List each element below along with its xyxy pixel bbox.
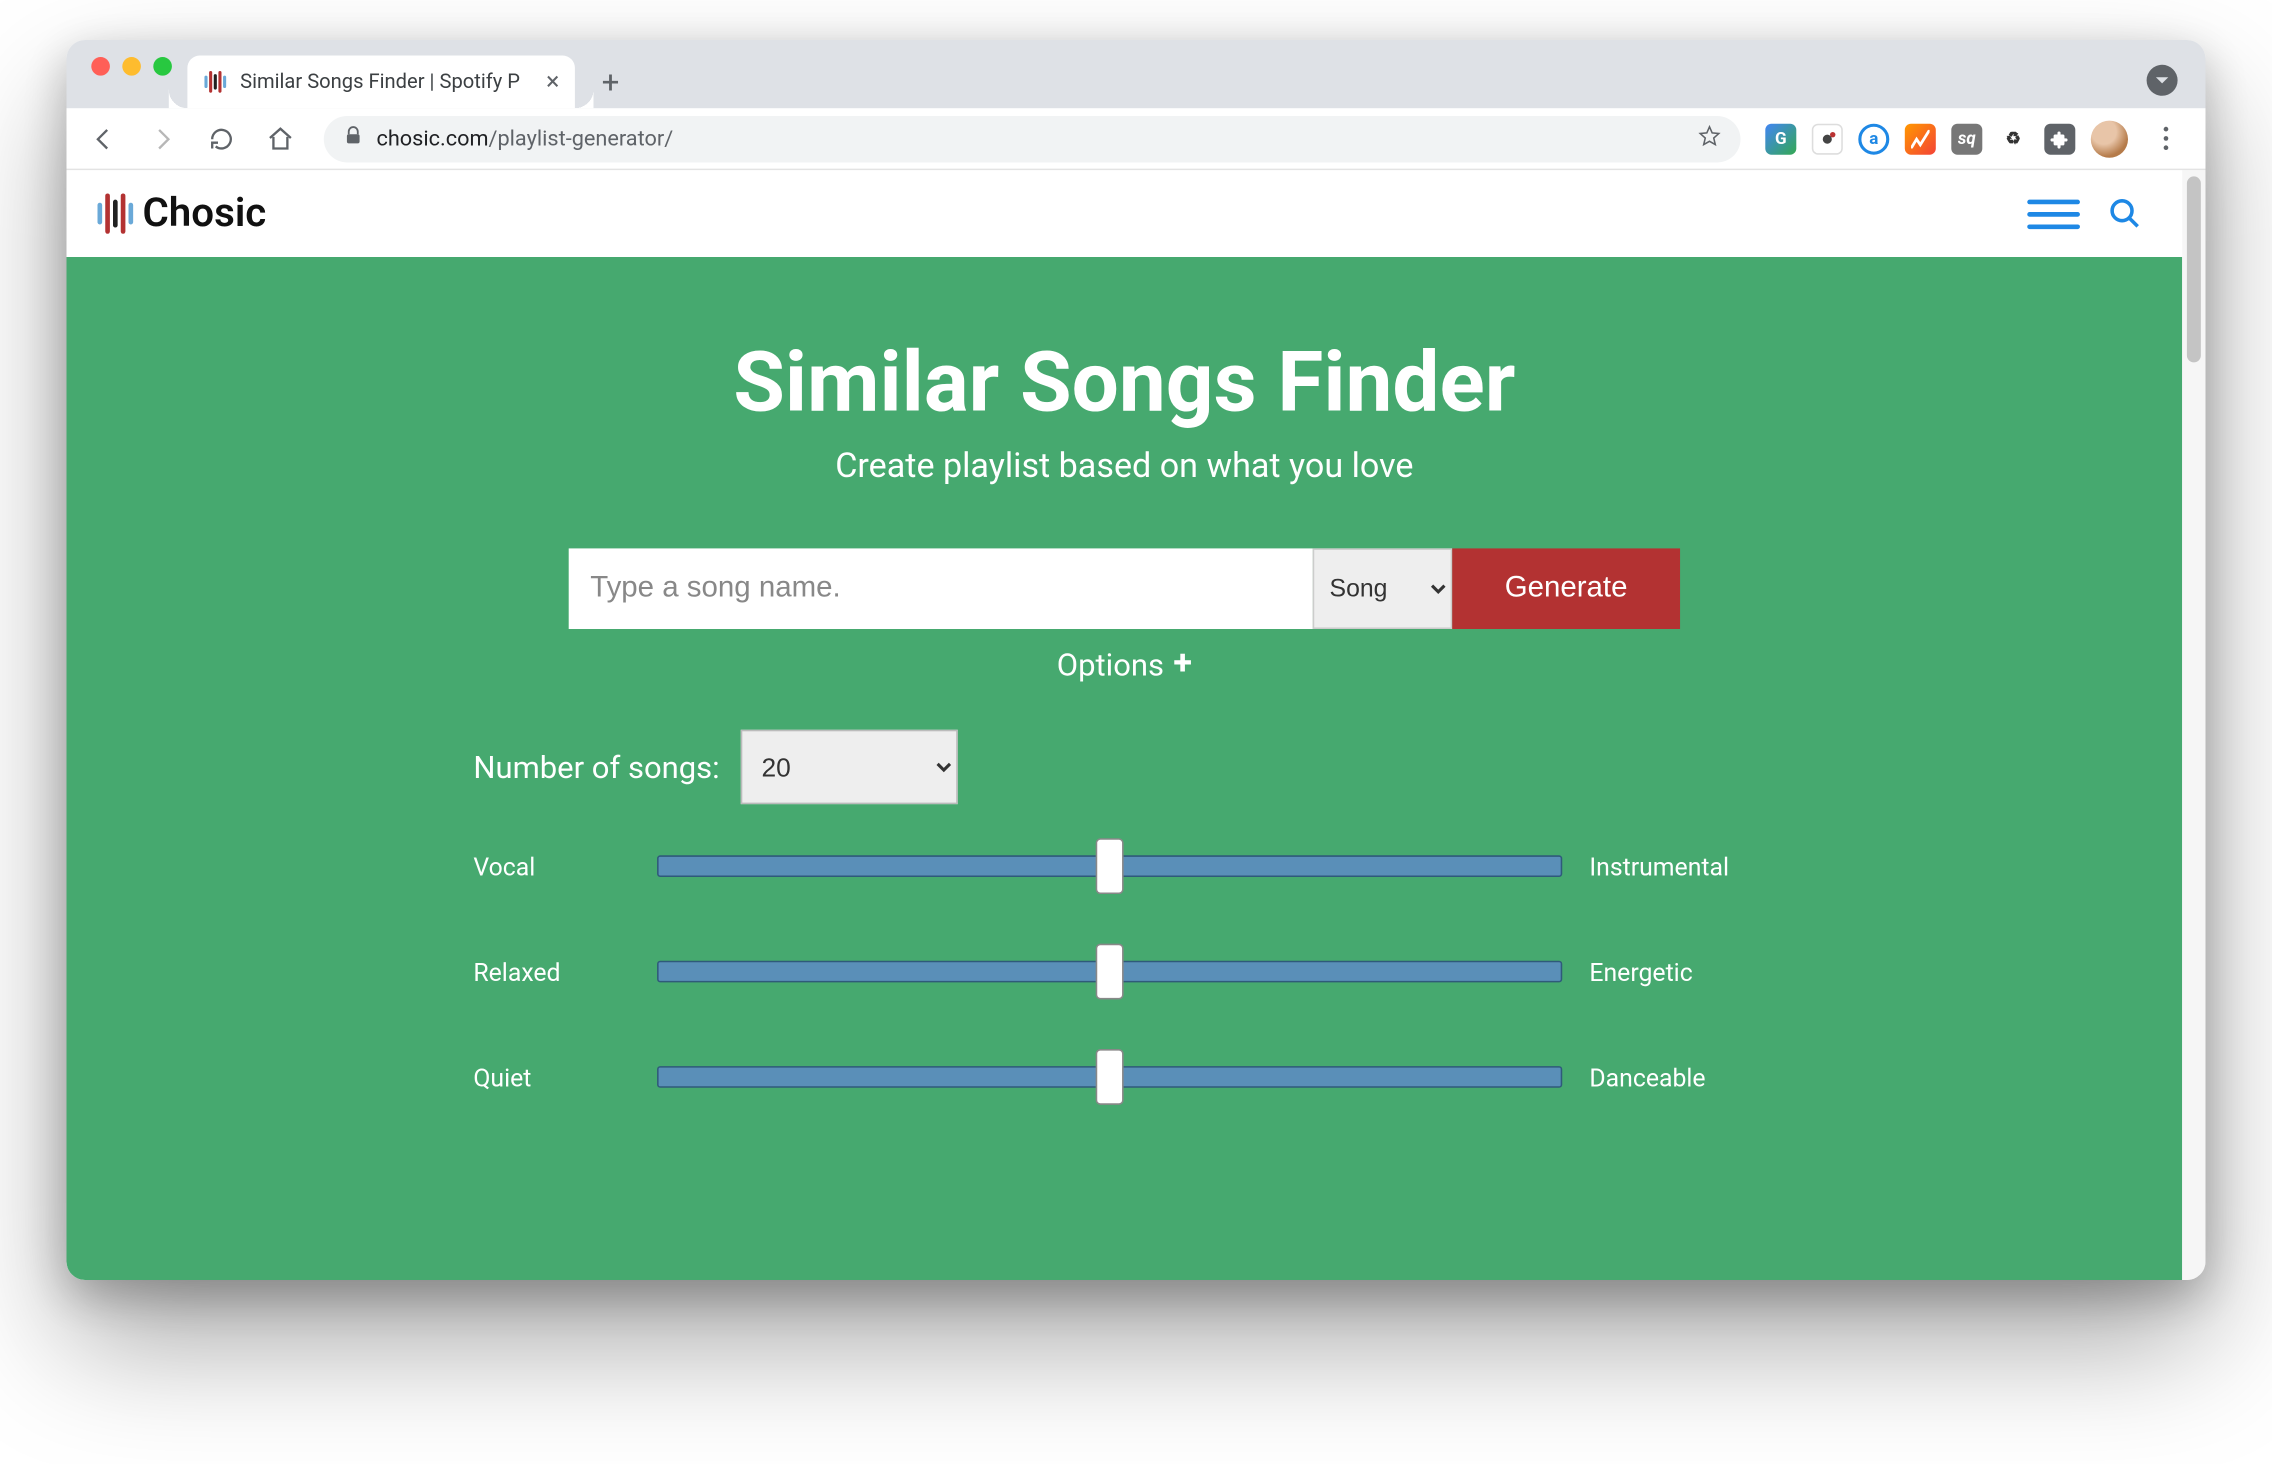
slider-right-label: Energetic — [1589, 957, 1775, 986]
browser-toolbar: chosic.com/playlist-generator/ G a sq ♻ — [67, 108, 2206, 170]
browser-tab[interactable]: Similar Songs Finder | Spotify P × — [187, 56, 575, 109]
tabs-dropdown-button[interactable] — [2147, 65, 2178, 96]
tab-title: Similar Songs Finder | Spotify P — [240, 70, 534, 93]
options-toggle[interactable]: Options + — [67, 645, 2183, 684]
plus-icon: + — [1173, 645, 1192, 684]
slider-right-label: Instrumental — [1589, 851, 1775, 880]
extension-recycle-icon[interactable]: ♻ — [1998, 123, 2029, 154]
back-button[interactable] — [79, 114, 129, 164]
extension-icon[interactable] — [1905, 123, 1936, 154]
new-tab-button[interactable]: + — [587, 59, 634, 106]
extension-icon[interactable]: a — [1858, 123, 1889, 154]
slider-left-label: Relaxed — [473, 957, 628, 986]
site-logo[interactable]: Chosic — [98, 190, 267, 237]
search-row: Song Generate — [67, 548, 2183, 629]
slider-row: Vocal Instrumental — [473, 851, 1775, 882]
options-label: Options — [1057, 645, 1164, 682]
reload-button[interactable] — [197, 114, 247, 164]
generate-button[interactable]: Generate — [1452, 548, 1680, 629]
tab-close-button[interactable]: × — [546, 69, 559, 94]
url-text: chosic.com/playlist-generator/ — [377, 126, 1685, 151]
song-name-input[interactable] — [569, 548, 1313, 629]
extension-icons: G a sq ♻ — [1759, 120, 2193, 157]
slider-right-label: Danceable — [1589, 1062, 1775, 1091]
lock-icon — [342, 124, 364, 152]
scrollbar-thumb[interactable] — [2187, 176, 2201, 362]
logo-mark-icon — [98, 193, 134, 233]
options-panel: Number of songs: 20 Vocal Instrumen — [427, 730, 1822, 1093]
home-button[interactable] — [256, 114, 306, 164]
browser-window: Similar Songs Finder | Spotify P × + — [67, 40, 2206, 1280]
slider-relaxed-energetic[interactable] — [656, 956, 1561, 987]
search-type-select[interactable]: Song — [1313, 548, 1453, 629]
vertical-scrollbar[interactable] — [2182, 170, 2205, 1280]
address-bar[interactable]: chosic.com/playlist-generator/ — [324, 115, 1741, 161]
extension-translate-icon[interactable]: G — [1765, 123, 1796, 154]
window-minimize-button[interactable] — [122, 57, 141, 76]
viewport: Chosic Similar Songs Finder Create playl… — [67, 170, 2206, 1280]
slider-thumb[interactable] — [1095, 944, 1123, 1000]
slider-row: Relaxed Energetic — [473, 956, 1775, 987]
slider-vocal-instrumental[interactable] — [656, 851, 1561, 882]
slider-row: Quiet Danceable — [473, 1061, 1775, 1092]
page-subtitle: Create playlist based on what you love — [67, 448, 2183, 487]
hero-section: Similar Songs Finder Create playlist bas… — [67, 257, 2183, 1280]
page-title: Similar Songs Finder — [67, 335, 2183, 433]
site-header: Chosic — [67, 170, 2183, 257]
forward-button[interactable] — [138, 114, 188, 164]
num-songs-label: Number of songs: — [473, 748, 719, 785]
tab-strip: Similar Songs Finder | Spotify P × + — [67, 40, 2206, 108]
slider-left-label: Vocal — [473, 851, 628, 880]
browser-menu-button[interactable] — [2144, 127, 2187, 150]
window-zoom-button[interactable] — [153, 57, 172, 76]
slider-thumb[interactable] — [1095, 1049, 1123, 1105]
slider-quiet-danceable[interactable] — [656, 1061, 1561, 1092]
bookmark-star-icon[interactable] — [1697, 123, 1722, 154]
extension-icon[interactable]: sq — [1951, 123, 1982, 154]
extension-icon[interactable] — [1812, 123, 1843, 154]
tab-favicon-icon — [203, 69, 228, 94]
brand-name: Chosic — [142, 190, 266, 237]
page-content: Chosic Similar Songs Finder Create playl… — [67, 170, 2183, 1280]
slider-thumb[interactable] — [1095, 838, 1123, 894]
nav-menu-button[interactable] — [2027, 187, 2080, 240]
site-search-button[interactable] — [2099, 187, 2152, 240]
extensions-menu-icon[interactable] — [2044, 123, 2075, 154]
num-songs-select[interactable]: 20 — [741, 730, 958, 804]
profile-avatar[interactable] — [2091, 120, 2128, 157]
window-close-button[interactable] — [91, 57, 110, 76]
slider-left-label: Quiet — [473, 1062, 628, 1091]
